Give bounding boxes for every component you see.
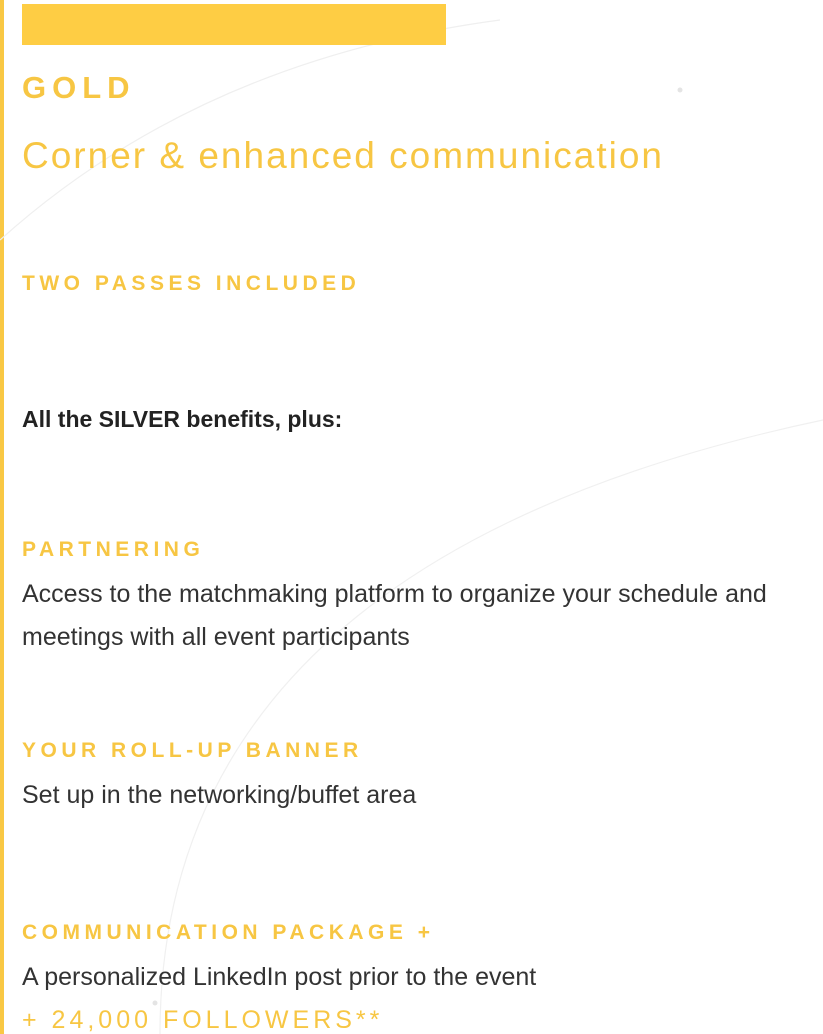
followers-count: + 24,000 FOLLOWERS** <box>22 1006 384 1034</box>
feature-desc-communication-package: A personalized LinkedIn post prior to th… <box>22 963 537 991</box>
left-accent-rule <box>0 0 4 1034</box>
tier-subtitle: Corner & enhanced communication <box>22 135 664 176</box>
tier-title: GOLD <box>22 70 136 105</box>
tier-color-bar <box>22 4 446 45</box>
gold-package-card: GOLD Corner & enhanced communication TWO… <box>0 0 823 1034</box>
passes-heading: TWO PASSES INCLUDED <box>22 272 361 295</box>
benefits-intro: All the SILVER benefits, plus: <box>22 406 343 432</box>
feature-title-roll-up-banner: YOUR ROLL-UP BANNER <box>22 739 363 762</box>
feature-title-partnering: PARTNERING <box>22 538 205 561</box>
feature-desc-partnering: Access to the matchmaking platform to or… <box>22 580 767 651</box>
feature-title-communication-package: COMMUNICATION PACKAGE + <box>22 921 435 944</box>
feature-desc-roll-up-banner: Set up in the networking/buffet area <box>22 781 417 809</box>
